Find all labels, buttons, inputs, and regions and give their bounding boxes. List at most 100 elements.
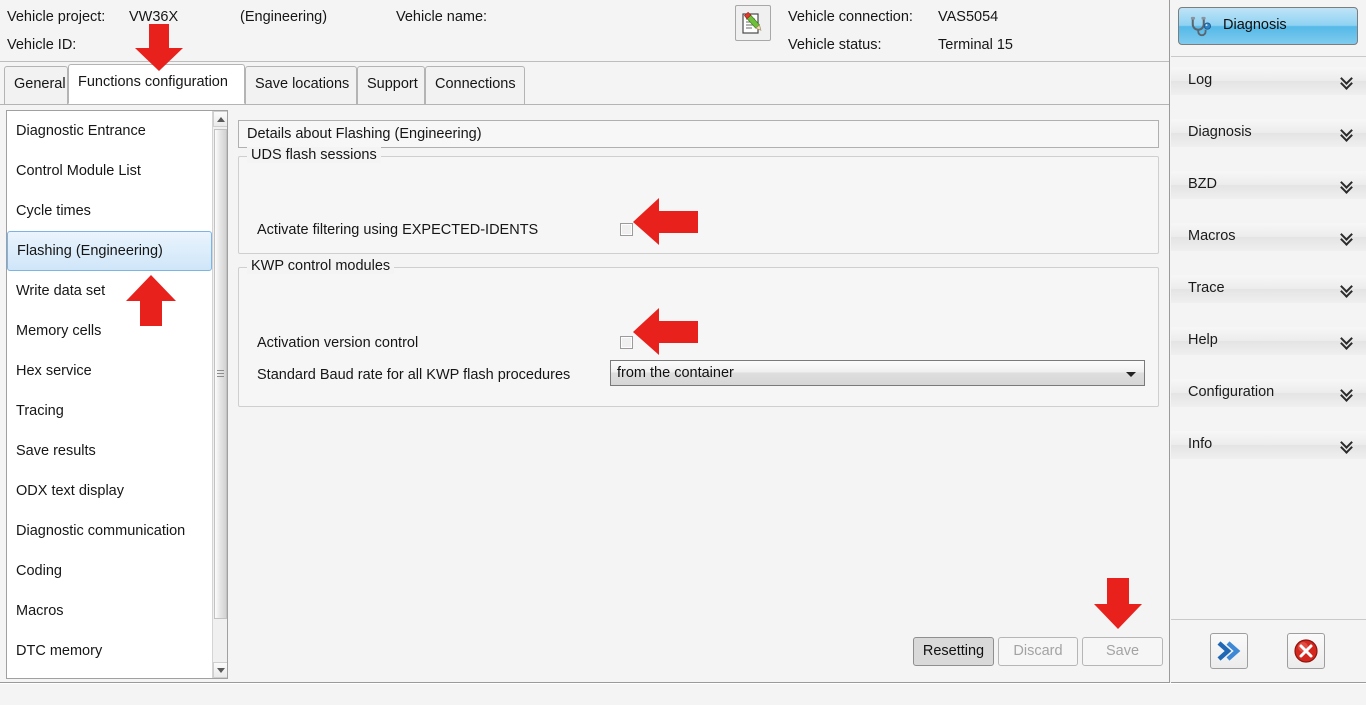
diagnosis-mode-button[interactable]: Diagnosis: [1178, 7, 1358, 45]
kwp-control-modules-group: KWP control modules Activation version c…: [238, 258, 1159, 407]
detail-title: Details about Flashing (Engineering): [238, 120, 1159, 148]
sidebar-section-diagnosis-header[interactable]: Diagnosis: [1171, 119, 1366, 147]
status-strip: [0, 683, 1366, 705]
main-column: Vehicle project: VW36X (Engineering) Veh…: [0, 0, 1170, 683]
detail-panel: Details about Flashing (Engineering) UDS…: [238, 110, 1163, 679]
notepad-pencil-icon: [742, 11, 762, 34]
list-item-dtc-memory[interactable]: DTC memory: [7, 631, 212, 671]
kwp-version-control-label: Activation version control: [257, 335, 419, 351]
kwp-baud-rate-label: Standard Baud rate for all KWP flash pro…: [257, 367, 571, 383]
resetting-button[interactable]: Resetting: [913, 637, 994, 666]
chevron-double-down-icon[interactable]: [1341, 335, 1353, 348]
sidebar-section-trace-header[interactable]: Trace: [1171, 275, 1366, 303]
tab-strip: General Functions configuration Save loc…: [0, 62, 1169, 105]
scrollbar-thumb[interactable]: [214, 129, 227, 619]
forward-button[interactable]: [1210, 633, 1248, 669]
chevron-down-icon: [1126, 372, 1136, 377]
chevron-double-down-icon[interactable]: [1341, 75, 1353, 88]
tab-save-locations[interactable]: Save locations: [245, 66, 357, 104]
sidebar-section-info[interactable]: Info: [1171, 421, 1366, 473]
sidebar-section-help-header[interactable]: Help: [1171, 327, 1366, 355]
uds-flash-sessions-group: UDS flash sessions Activate filtering us…: [238, 147, 1159, 254]
tab-general[interactable]: General: [4, 66, 68, 104]
kwp-group-legend: KWP control modules: [247, 258, 395, 274]
sidebar-section-log-label: Log: [1188, 72, 1213, 88]
vehicle-status-label: Vehicle status:: [788, 37, 882, 53]
list-item-hex-service[interactable]: Hex service: [7, 351, 212, 391]
application-window: Vehicle project: VW36X (Engineering) Veh…: [0, 0, 1366, 705]
sidebar-section-macros[interactable]: Macros: [1171, 213, 1366, 265]
scroll-down-arrow-icon[interactable]: [213, 662, 227, 678]
sidebar-sections: Log Diagnosis BZD Macros Trace Help Conf…: [1171, 56, 1366, 527]
action-button-row: Resetting Discard Save: [238, 637, 1163, 671]
sidebar-section-info-header[interactable]: Info: [1171, 431, 1366, 459]
list-item-odx-text-display[interactable]: ODX text display: [7, 471, 212, 511]
list-item-diagnostic-communication[interactable]: Diagnostic communication: [7, 511, 212, 551]
vehicle-connection-label: Vehicle connection:: [788, 9, 913, 25]
list-item-cycle-times[interactable]: Cycle times: [7, 191, 212, 231]
stethoscope-icon: [1190, 16, 1211, 37]
list-item-coding[interactable]: Coding: [7, 551, 212, 591]
list-item-control-module-list[interactable]: Control Module List: [7, 151, 212, 191]
tab-functions-configuration[interactable]: Functions configuration: [68, 64, 245, 104]
list-item-save-results[interactable]: Save results: [7, 431, 212, 471]
kwp-version-control-checkbox[interactable]: [620, 336, 633, 349]
list-item-flashing-engineering[interactable]: Flashing (Engineering): [7, 231, 212, 271]
chevron-double-down-icon[interactable]: [1341, 387, 1353, 400]
sidebar-footer: [1171, 619, 1366, 682]
sidebar-section-trace[interactable]: Trace: [1171, 265, 1366, 317]
close-button[interactable]: [1287, 633, 1325, 669]
sidebar-section-log-header[interactable]: Log: [1171, 67, 1366, 95]
diagnosis-button-label: Diagnosis: [1223, 17, 1287, 33]
module-list[interactable]: Diagnostic Entrance Control Module List …: [7, 111, 212, 678]
chevron-double-down-icon[interactable]: [1341, 179, 1353, 192]
sidebar-section-bzd[interactable]: BZD: [1171, 161, 1366, 213]
list-item-write-data-set[interactable]: Write data set: [7, 271, 212, 311]
chevron-double-down-icon[interactable]: [1341, 439, 1353, 452]
sidebar-section-bzd-header[interactable]: BZD: [1171, 171, 1366, 199]
list-item-macros[interactable]: Macros: [7, 591, 212, 631]
list-item-diagnostic-entrance[interactable]: Diagnostic Entrance: [7, 111, 212, 151]
vehicle-status-value: Terminal 15: [938, 37, 1013, 53]
tab-connections[interactable]: Connections: [425, 66, 525, 104]
notepad-pencil-button[interactable]: [735, 5, 771, 41]
sidebar-section-diagnosis[interactable]: Diagnosis: [1171, 109, 1366, 161]
sidebar-section-help[interactable]: Help: [1171, 317, 1366, 369]
scroll-up-arrow-icon[interactable]: [213, 111, 227, 127]
sidebar-section-diagnosis-label: Diagnosis: [1188, 124, 1252, 140]
list-item-memory-cells[interactable]: Memory cells: [7, 311, 212, 351]
sidebar-section-info-label: Info: [1188, 436, 1213, 452]
sidebar-section-log[interactable]: Log: [1171, 57, 1366, 109]
vehicle-connection-value: VAS5054: [938, 9, 999, 25]
sidebar-section-help-label: Help: [1188, 332, 1218, 348]
discard-button[interactable]: Discard: [998, 637, 1078, 666]
sidebar-section-bzd-label: BZD: [1188, 176, 1217, 192]
right-sidebar: Diagnosis Log Diagnosis BZD Macros Trace…: [1171, 0, 1366, 683]
kwp-baud-rate-value: from the container: [617, 365, 734, 381]
vehicle-project-value: VW36X: [129, 9, 179, 25]
vehicle-project-label: Vehicle project:: [7, 9, 106, 25]
sidebar-section-configuration-label: Configuration: [1188, 384, 1275, 400]
sidebar-section-trace-label: Trace: [1188, 280, 1225, 296]
kwp-baud-rate-dropdown[interactable]: from the container: [610, 360, 1145, 386]
uds-filter-checkbox[interactable]: [620, 223, 633, 236]
uds-filter-label: Activate filtering using EXPECTED-IDENTS: [257, 222, 539, 238]
chevron-double-down-icon[interactable]: [1341, 127, 1353, 140]
chevron-double-down-icon[interactable]: [1341, 283, 1353, 296]
engineering-mode-label: (Engineering): [240, 9, 328, 25]
list-item-tracing[interactable]: Tracing: [7, 391, 212, 431]
chevron-double-down-icon[interactable]: [1341, 231, 1353, 244]
save-button[interactable]: Save: [1082, 637, 1163, 666]
uds-group-legend: UDS flash sessions: [247, 147, 381, 163]
sidebar-section-configuration[interactable]: Configuration: [1171, 369, 1366, 421]
module-list-panel: Diagnostic Entrance Control Module List …: [6, 110, 228, 679]
content-body: Diagnostic Entrance Control Module List …: [0, 105, 1169, 682]
vehicle-name-label: Vehicle name:: [396, 9, 488, 25]
sidebar-section-macros-header[interactable]: Macros: [1171, 223, 1366, 251]
vehicle-id-label: Vehicle ID:: [7, 37, 77, 53]
module-list-scrollbar[interactable]: [212, 111, 227, 678]
sidebar-section-macros-label: Macros: [1188, 228, 1236, 244]
double-chevron-right-icon: [1217, 641, 1241, 661]
tab-support[interactable]: Support: [357, 66, 425, 104]
sidebar-section-configuration-header[interactable]: Configuration: [1171, 379, 1366, 407]
